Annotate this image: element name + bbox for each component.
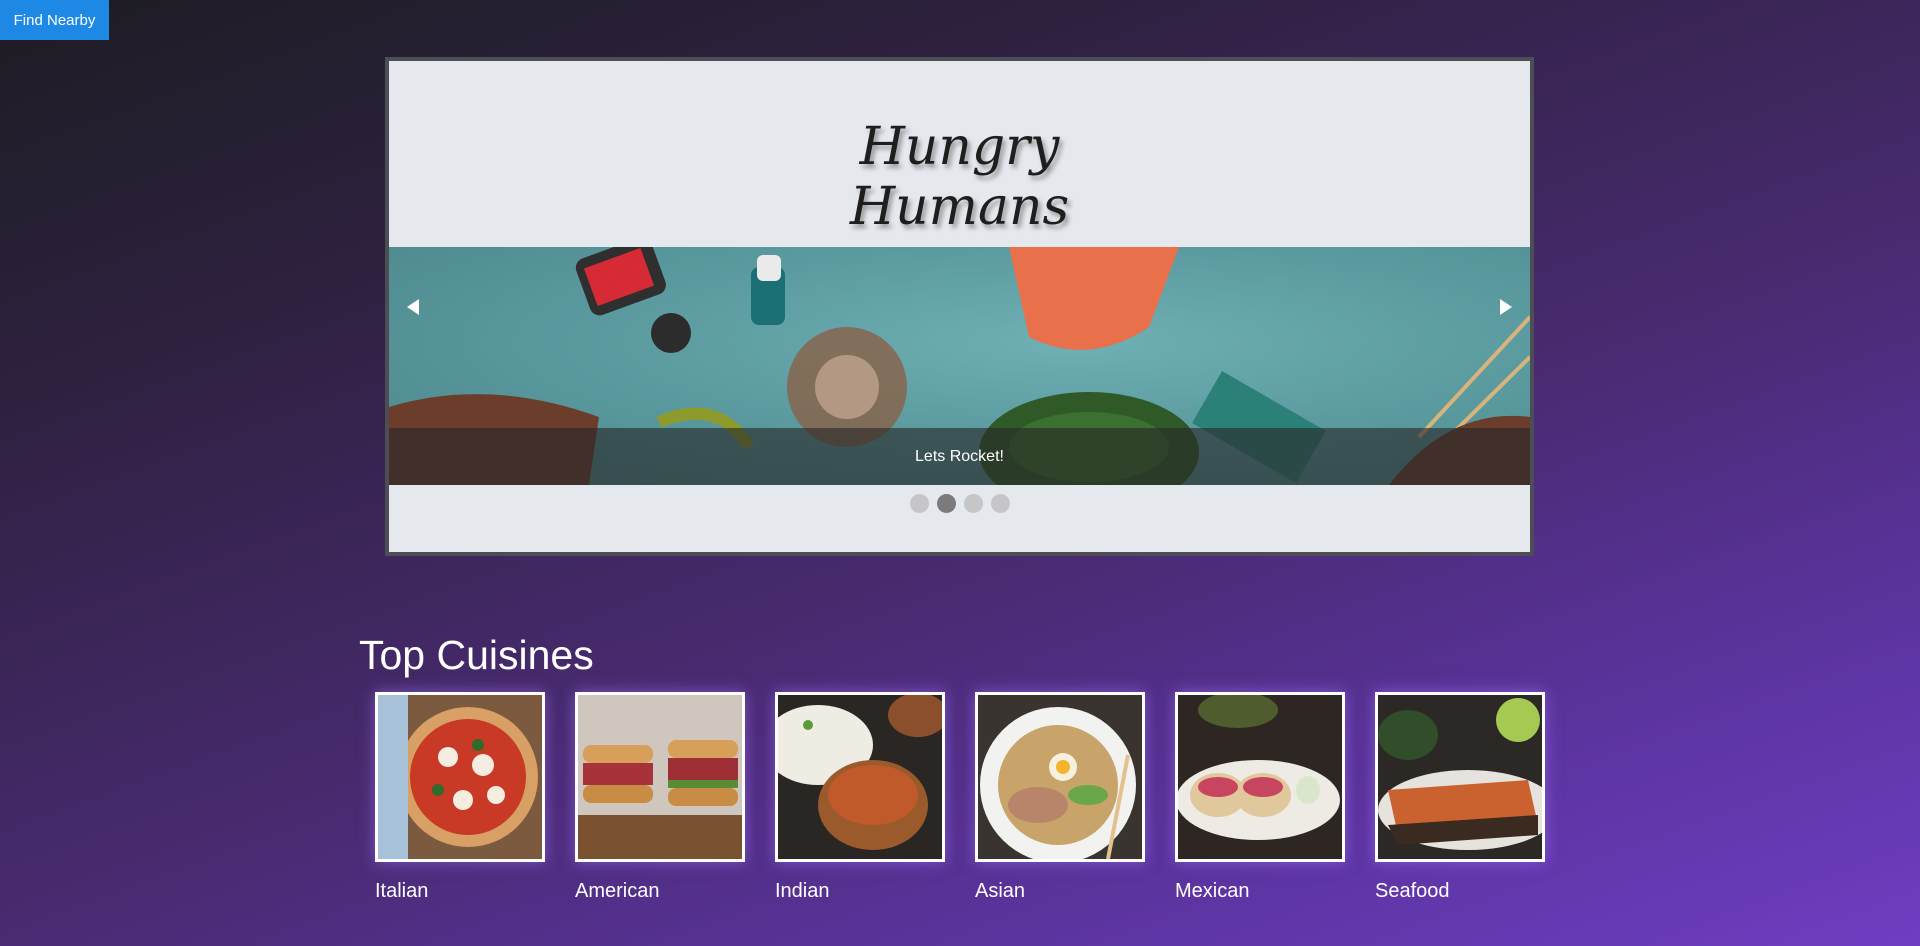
cuisine-label: Mexican (1175, 880, 1250, 902)
sandwich-illustration (578, 695, 742, 859)
cuisine-image-mexican (1175, 692, 1345, 862)
arrow-right-icon[interactable] (1500, 299, 1512, 315)
carousel-indicators (389, 494, 1530, 513)
cuisine-image-asian (975, 692, 1145, 862)
carousel-dot-1[interactable] (909, 494, 929, 513)
hero-carousel: Hungry Humans Lets Rocket! (385, 57, 1534, 556)
cuisine-label: Italian (375, 880, 429, 902)
site-title-line2: Humans (849, 177, 1070, 237)
slide-caption: Lets Rocket! (389, 428, 1530, 485)
cuisine-card-mexican[interactable]: Mexican (1175, 692, 1345, 903)
site-title: Hungry Humans (389, 117, 1530, 237)
site-title-line1: Hungry (859, 117, 1060, 177)
cuisine-label: Asian (975, 880, 1026, 902)
cuisine-label: Seafood (1375, 880, 1450, 902)
ramen-illustration (978, 695, 1142, 859)
cuisine-image-american (575, 692, 745, 862)
carousel-dot-2[interactable] (936, 494, 956, 513)
curry-illustration (778, 695, 942, 859)
cuisine-list: Italian American Indian Asian Mexican Se… (375, 692, 1545, 903)
cuisine-card-asian[interactable]: Asian (975, 692, 1145, 903)
cuisine-card-italian[interactable]: Italian (375, 692, 545, 903)
find-nearby-button[interactable]: Find Nearby (0, 0, 109, 40)
tacos-illustration (1178, 695, 1342, 859)
arrow-left-icon[interactable] (407, 299, 419, 315)
carousel-dot-3[interactable] (963, 494, 983, 513)
cuisine-image-indian (775, 692, 945, 862)
carousel-slide[interactable]: Lets Rocket! (389, 247, 1530, 485)
cuisine-image-seafood (1375, 692, 1545, 862)
cuisine-card-seafood[interactable]: Seafood (1375, 692, 1545, 903)
section-title: Top Cuisines (359, 632, 594, 678)
cuisine-label: American (575, 880, 660, 902)
carousel-dot-4[interactable] (990, 494, 1010, 513)
cuisine-card-american[interactable]: American (575, 692, 745, 903)
pizza-illustration (378, 695, 542, 859)
cuisine-card-indian[interactable]: Indian (775, 692, 945, 903)
salmon-illustration (1378, 695, 1542, 859)
cuisine-image-italian (375, 692, 545, 862)
cuisine-label: Indian (775, 880, 830, 902)
